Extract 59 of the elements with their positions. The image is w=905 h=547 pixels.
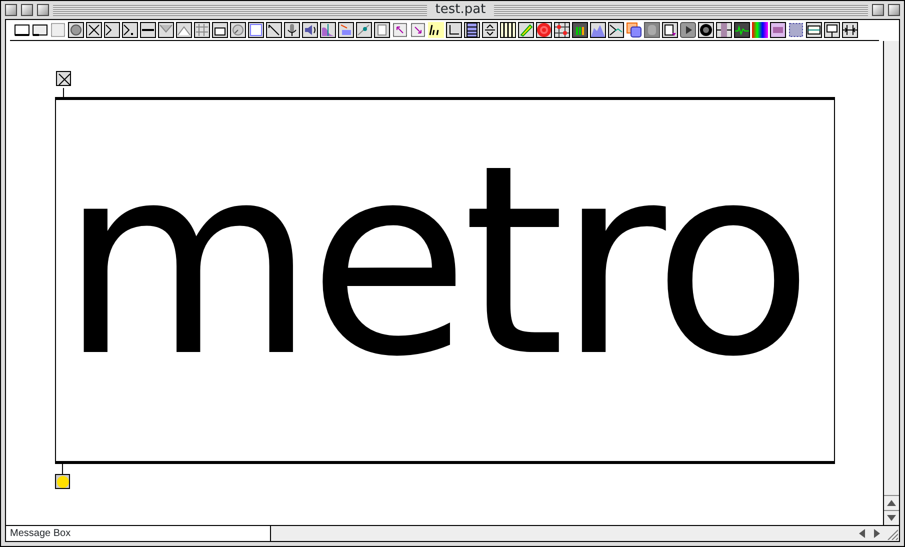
object-box-icon[interactable] — [32, 22, 48, 38]
window-title: test.pat — [434, 3, 487, 17]
zoom-box[interactable] — [872, 4, 884, 16]
triangle-down-icon[interactable] — [158, 22, 174, 38]
speaker-icon[interactable] — [302, 22, 318, 38]
float-box-icon[interactable] — [122, 22, 138, 38]
target-icon[interactable] — [536, 22, 552, 38]
dot-grid-icon[interactable] — [554, 22, 570, 38]
line-icon[interactable] — [266, 22, 282, 38]
piano-keys-icon[interactable] — [500, 22, 516, 38]
color-spectrum-icon[interactable] — [752, 22, 768, 38]
fader-icon[interactable] — [716, 22, 732, 38]
square-icon[interactable] — [248, 22, 264, 38]
overlapping-squares-icon[interactable] — [626, 22, 642, 38]
left-arrow-icon[interactable] — [858, 529, 864, 538]
text-label-icon[interactable] — [770, 22, 786, 38]
document-icon[interactable] — [374, 22, 390, 38]
windowshade-box[interactable] — [888, 4, 900, 16]
corner-box-icon[interactable] — [446, 22, 462, 38]
grid-icon[interactable] — [194, 22, 210, 38]
right-arrow-icon[interactable] — [874, 529, 880, 538]
menu-box-icon[interactable] — [662, 22, 678, 38]
meter-bars-icon[interactable] — [572, 22, 588, 38]
message-box-icon[interactable] — [14, 22, 30, 38]
minimize-box[interactable] — [21, 4, 33, 16]
up-arrow-icon[interactable] — [887, 500, 896, 506]
vertical-scrollbar[interactable] — [883, 41, 899, 525]
toggle-icon[interactable] — [86, 22, 102, 38]
object-box[interactable]: metro — [55, 97, 835, 464]
comment-icon[interactable] — [50, 22, 66, 38]
object-text: metro — [60, 131, 806, 393]
close-box[interactable] — [5, 4, 17, 16]
up-down-arrows-icon[interactable] — [482, 22, 498, 38]
record-icon[interactable] — [698, 22, 714, 38]
number-box-icon[interactable] — [104, 22, 120, 38]
horizontal-scrollbar[interactable] — [271, 526, 899, 541]
pencil-icon[interactable] — [518, 22, 534, 38]
panel-icon[interactable] — [212, 22, 228, 38]
bang-button[interactable] — [55, 474, 70, 489]
flag-box-icon[interactable] — [824, 22, 840, 38]
point-icon[interactable] — [356, 22, 372, 38]
scope-icon[interactable] — [734, 22, 750, 38]
collapse-box[interactable] — [37, 4, 49, 16]
dial-icon[interactable] — [230, 22, 246, 38]
table-icon[interactable] — [806, 22, 822, 38]
film-strip-icon[interactable] — [464, 22, 480, 38]
filter-graph-icon[interactable] — [320, 22, 336, 38]
resize-grip-icon[interactable] — [886, 528, 898, 540]
toggle[interactable] — [56, 71, 71, 86]
slider-icon[interactable] — [140, 22, 156, 38]
triangle-up-icon[interactable] — [176, 22, 192, 38]
microphone-icon[interactable] — [284, 22, 300, 38]
play-icon[interactable] — [680, 22, 696, 38]
split-arrows-icon[interactable] — [842, 22, 858, 38]
circle-icon[interactable] — [68, 22, 84, 38]
hatched-box-icon[interactable] — [788, 22, 804, 38]
waveform-peaks-icon[interactable] — [590, 22, 606, 38]
down-arrow-icon[interactable] — [887, 515, 896, 521]
curve-graph-icon[interactable] — [608, 22, 624, 38]
